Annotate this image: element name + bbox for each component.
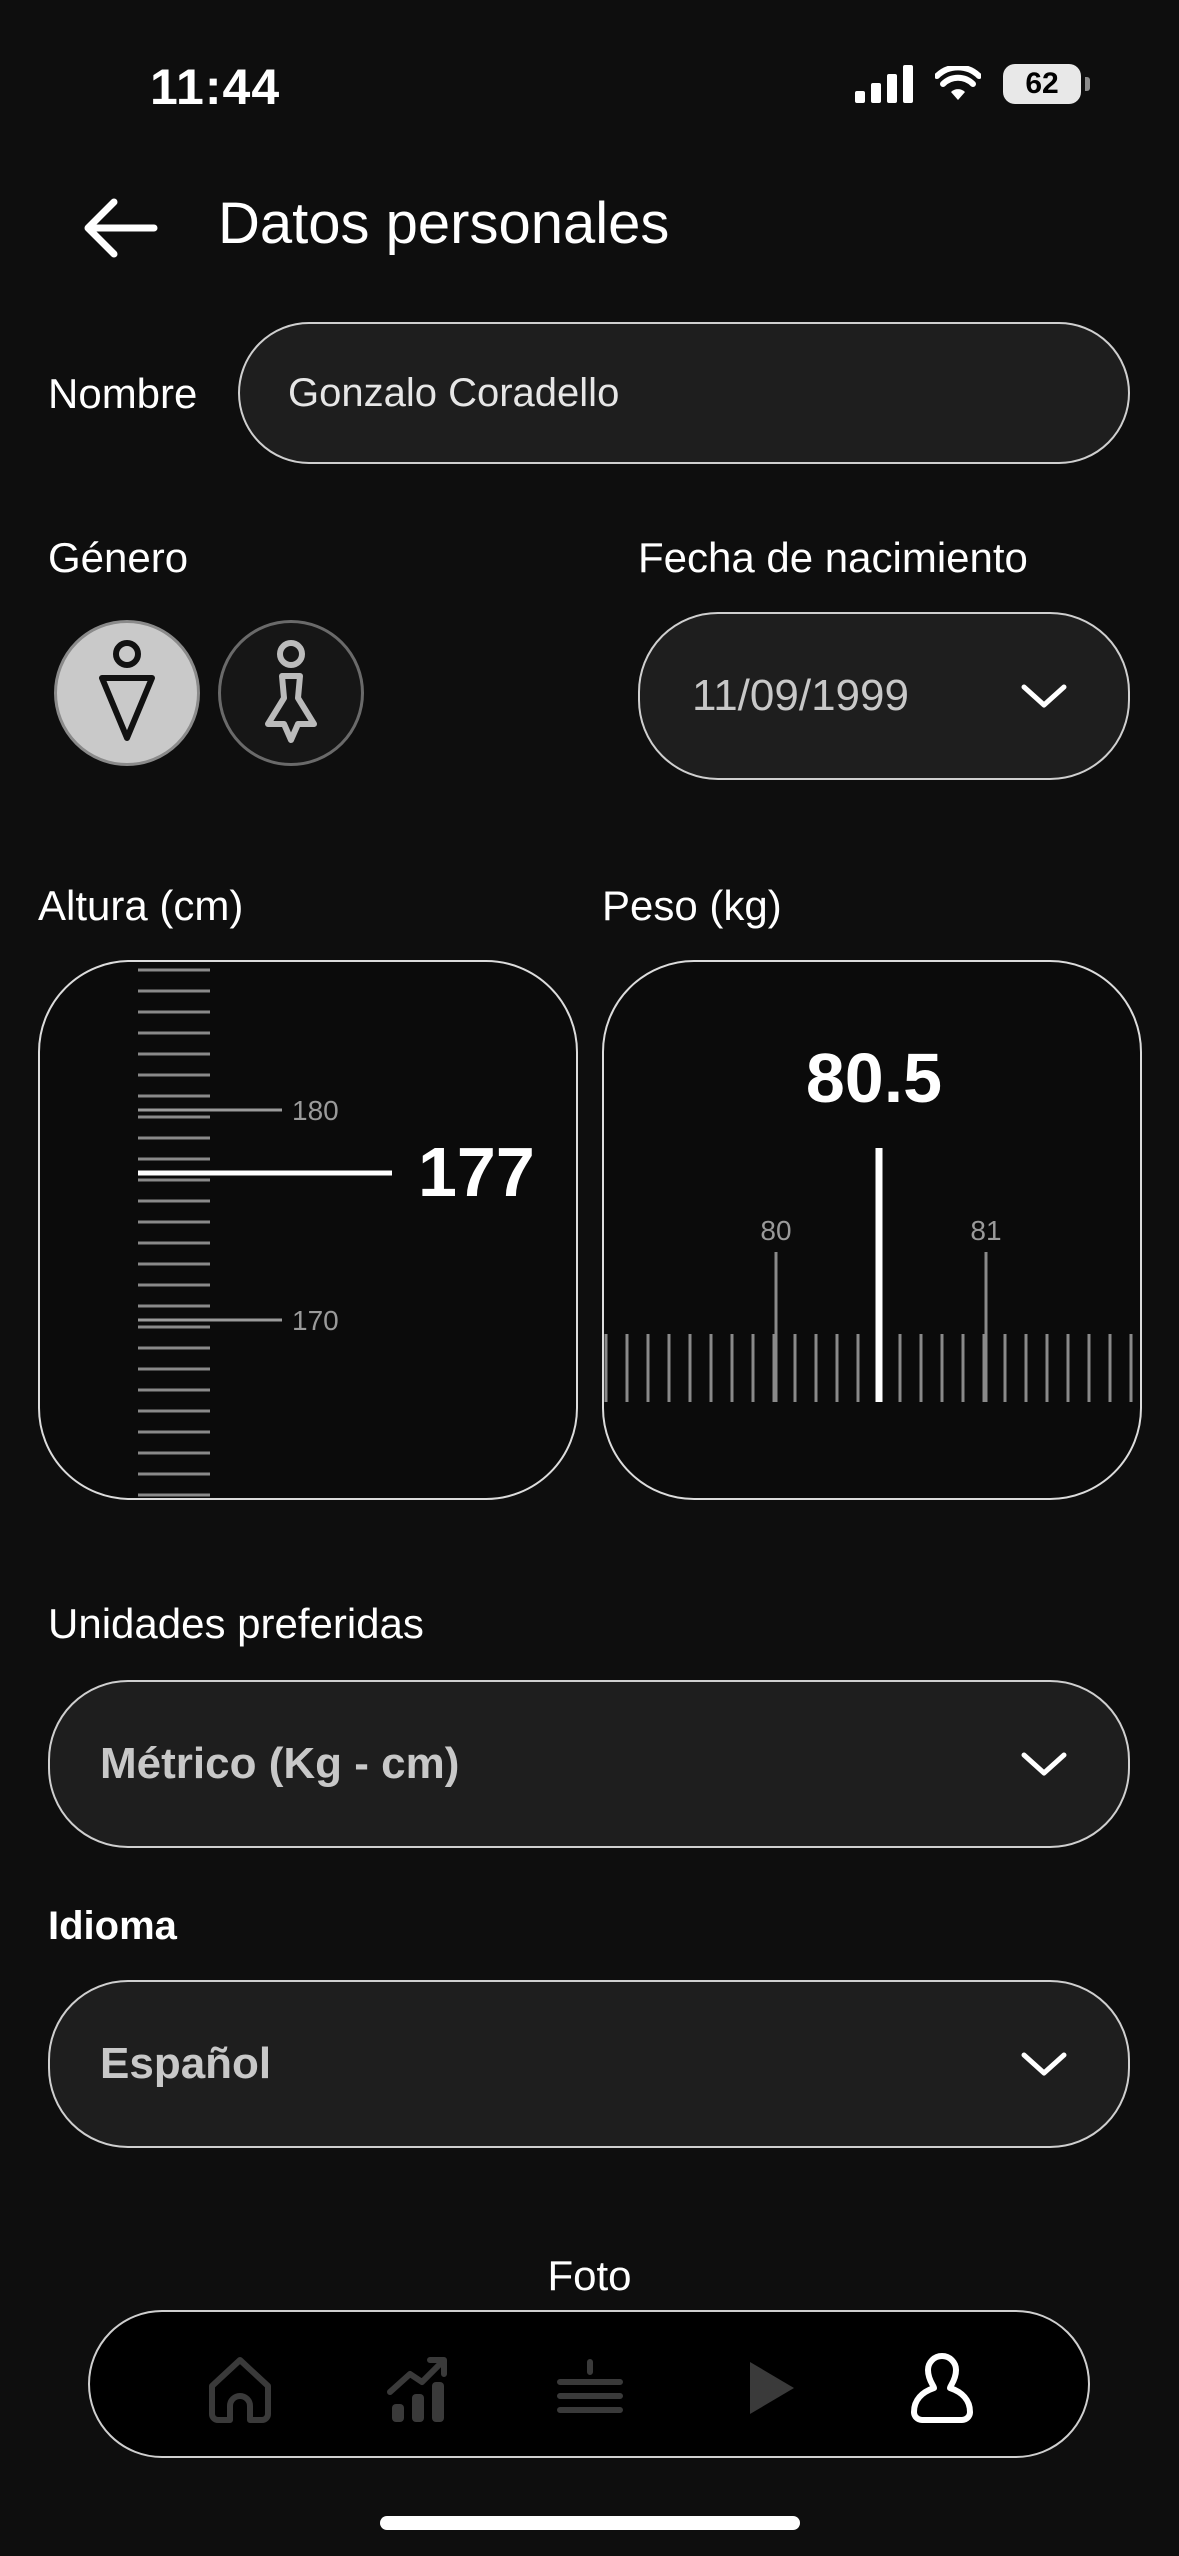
chart-up-icon[interactable] xyxy=(380,2348,460,2428)
status-time: 11:44 xyxy=(150,59,281,115)
gender-female-button[interactable] xyxy=(218,620,364,766)
units-select[interactable]: Métrico (Kg - cm) xyxy=(48,1680,1130,1848)
home-icon[interactable] xyxy=(200,2348,280,2428)
chevron-down-icon xyxy=(1021,2052,1067,2076)
height-value: 177 xyxy=(418,1133,535,1211)
play-icon[interactable] xyxy=(730,2348,810,2428)
chevron-down-icon xyxy=(1021,684,1067,708)
back-arrow-icon[interactable] xyxy=(78,186,162,270)
gender-male-button[interactable] xyxy=(54,620,200,766)
gender-label: Género xyxy=(48,534,189,581)
photo-label: Foto xyxy=(547,2252,632,2299)
height-ruler[interactable]: 180 170 xyxy=(40,962,578,1500)
language-select[interactable]: Español xyxy=(48,1980,1130,2148)
units-label: Unidades preferidas xyxy=(48,1600,424,1647)
birthdate-label: Fecha de nacimiento xyxy=(638,534,1028,581)
language-label: Idioma xyxy=(48,1904,177,1948)
birthdate-value: 11/09/1999 xyxy=(692,671,909,720)
height-label: Altura (cm) xyxy=(38,882,244,929)
name-value: Gonzalo Coradello xyxy=(288,370,620,415)
weight-ruler-card[interactable]: 80.5 80 81 xyxy=(602,960,1142,1500)
wifi-icon xyxy=(935,66,981,100)
height-tick-label: 180 xyxy=(292,1095,339,1126)
weight-label: Peso (kg) xyxy=(602,882,782,929)
weight-tick-label: 81 xyxy=(970,1215,1001,1246)
list-icon[interactable] xyxy=(550,2348,630,2428)
chevron-down-icon xyxy=(1021,1752,1067,1776)
signal-icon xyxy=(855,65,913,103)
tab-bar xyxy=(88,2310,1090,2458)
battery-icon: 62 xyxy=(1003,64,1090,104)
name-label: Nombre xyxy=(48,370,198,417)
home-indicator xyxy=(380,2516,800,2530)
page-title: Datos personales xyxy=(218,191,670,256)
status-icons: 62 xyxy=(855,64,1090,104)
male-figure-icon xyxy=(99,640,155,741)
name-field[interactable]: Gonzalo Coradello xyxy=(238,322,1130,464)
units-value: Métrico (Kg - cm) xyxy=(100,1739,460,1788)
language-value: Español xyxy=(100,2039,272,2088)
weight-tick-label: 80 xyxy=(760,1215,791,1246)
user-icon[interactable] xyxy=(902,2348,982,2428)
height-tick-label: 170 xyxy=(292,1305,339,1336)
height-ruler-card[interactable]: 180 170 177 xyxy=(38,960,578,1500)
female-figure-icon xyxy=(265,640,317,743)
birthdate-select[interactable]: 11/09/1999 xyxy=(638,612,1130,780)
weight-value: 80.5 xyxy=(805,1039,943,1117)
